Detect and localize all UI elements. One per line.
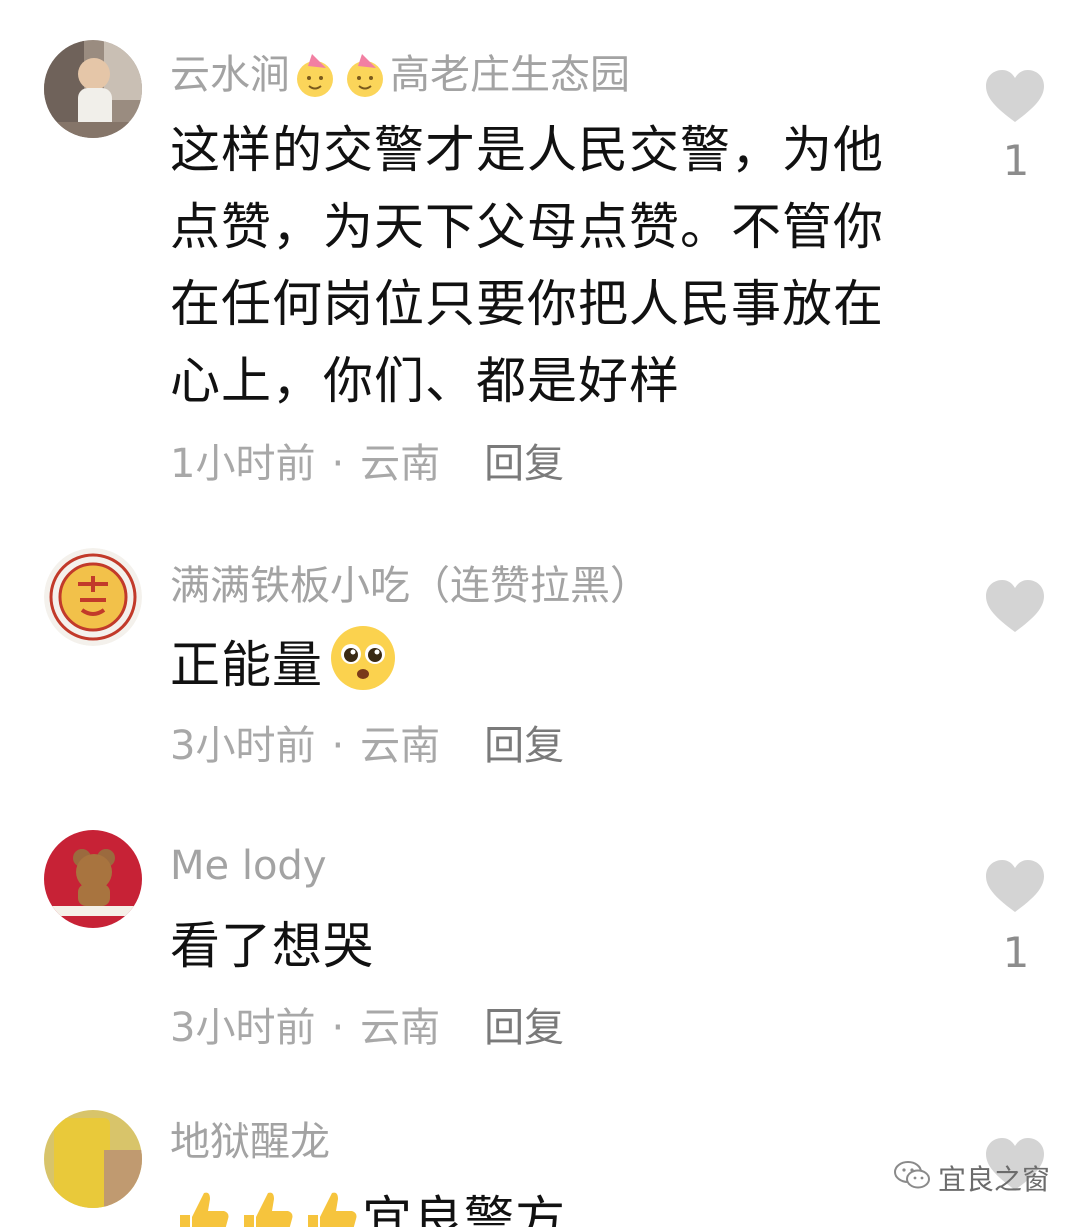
comment-text: 看了想哭: [170, 917, 374, 975]
thumbs-up-emoji: [234, 1187, 298, 1227]
heart-icon[interactable]: [984, 578, 1046, 638]
separator: ·: [331, 723, 345, 769]
party-face-emoji: [290, 52, 340, 107]
party-face-emoji: [340, 52, 390, 107]
comment-item: Me lody 看了想哭 3小时前 · 云南 回复 1: [0, 800, 1080, 1100]
comment-location: 云南: [360, 723, 441, 769]
comment-location: 云南: [360, 1005, 441, 1051]
reply-button[interactable]: 回复: [484, 723, 564, 769]
avatar[interactable]: [44, 548, 142, 646]
comment-time: 1小时前: [170, 441, 316, 487]
reply-button[interactable]: 回复: [484, 441, 564, 487]
comment-text: 这样的交警才是人民交警，为他点赞，为天下父母点赞。不管你在任何岗位只要你把人民事…: [170, 121, 884, 410]
thumbs-up-emoji: [170, 1187, 234, 1227]
comment-location: 云南: [360, 441, 441, 487]
username[interactable]: 地狱醒龙: [170, 1120, 330, 1164]
comment-meta: 3小时前 · 云南 回复: [170, 1006, 564, 1050]
avatar[interactable]: [44, 1110, 142, 1208]
thumbs-up-emoji: [298, 1187, 362, 1227]
avatar[interactable]: [44, 830, 142, 928]
comment-time: 3小时前: [170, 1005, 316, 1051]
comment-text: 正能量: [170, 622, 930, 714]
wechat-icon: [894, 1159, 930, 1198]
comment-text: 宜良警方: [170, 1182, 930, 1227]
watermark-text: 宜良之窗: [938, 1163, 1051, 1196]
username[interactable]: 云水涧 高老庄生态园: [170, 52, 630, 107]
pleading-face-emoji: [323, 622, 403, 714]
heart-icon[interactable]: [984, 858, 1046, 918]
separator: ·: [331, 1005, 345, 1051]
comment-time: 3小时前: [170, 723, 316, 769]
comment-item: 云水涧 高老庄生态园 这样的交警才是人民交警，为他点赞，为天下父母点赞。不管你在任…: [0, 0, 1080, 510]
comment-item: 满满铁板小吃（连赞拉黑） 正能量 3小时前 · 云南 回复: [0, 510, 1080, 800]
comment-meta: 1小时前 · 云南 回复: [170, 442, 564, 486]
like-count: 1: [1002, 928, 1030, 977]
avatar[interactable]: [44, 40, 142, 138]
username[interactable]: Me lody: [170, 844, 326, 888]
watermark: 宜良之窗: [894, 1160, 1050, 1196]
reply-button[interactable]: 回复: [484, 1005, 564, 1051]
comment-meta: 3小时前 · 云南 回复: [170, 724, 564, 768]
username[interactable]: 满满铁板小吃（连赞拉黑）: [170, 564, 650, 608]
heart-icon[interactable]: [984, 68, 1046, 128]
separator: ·: [331, 441, 345, 487]
like-count: 1: [1002, 136, 1030, 185]
